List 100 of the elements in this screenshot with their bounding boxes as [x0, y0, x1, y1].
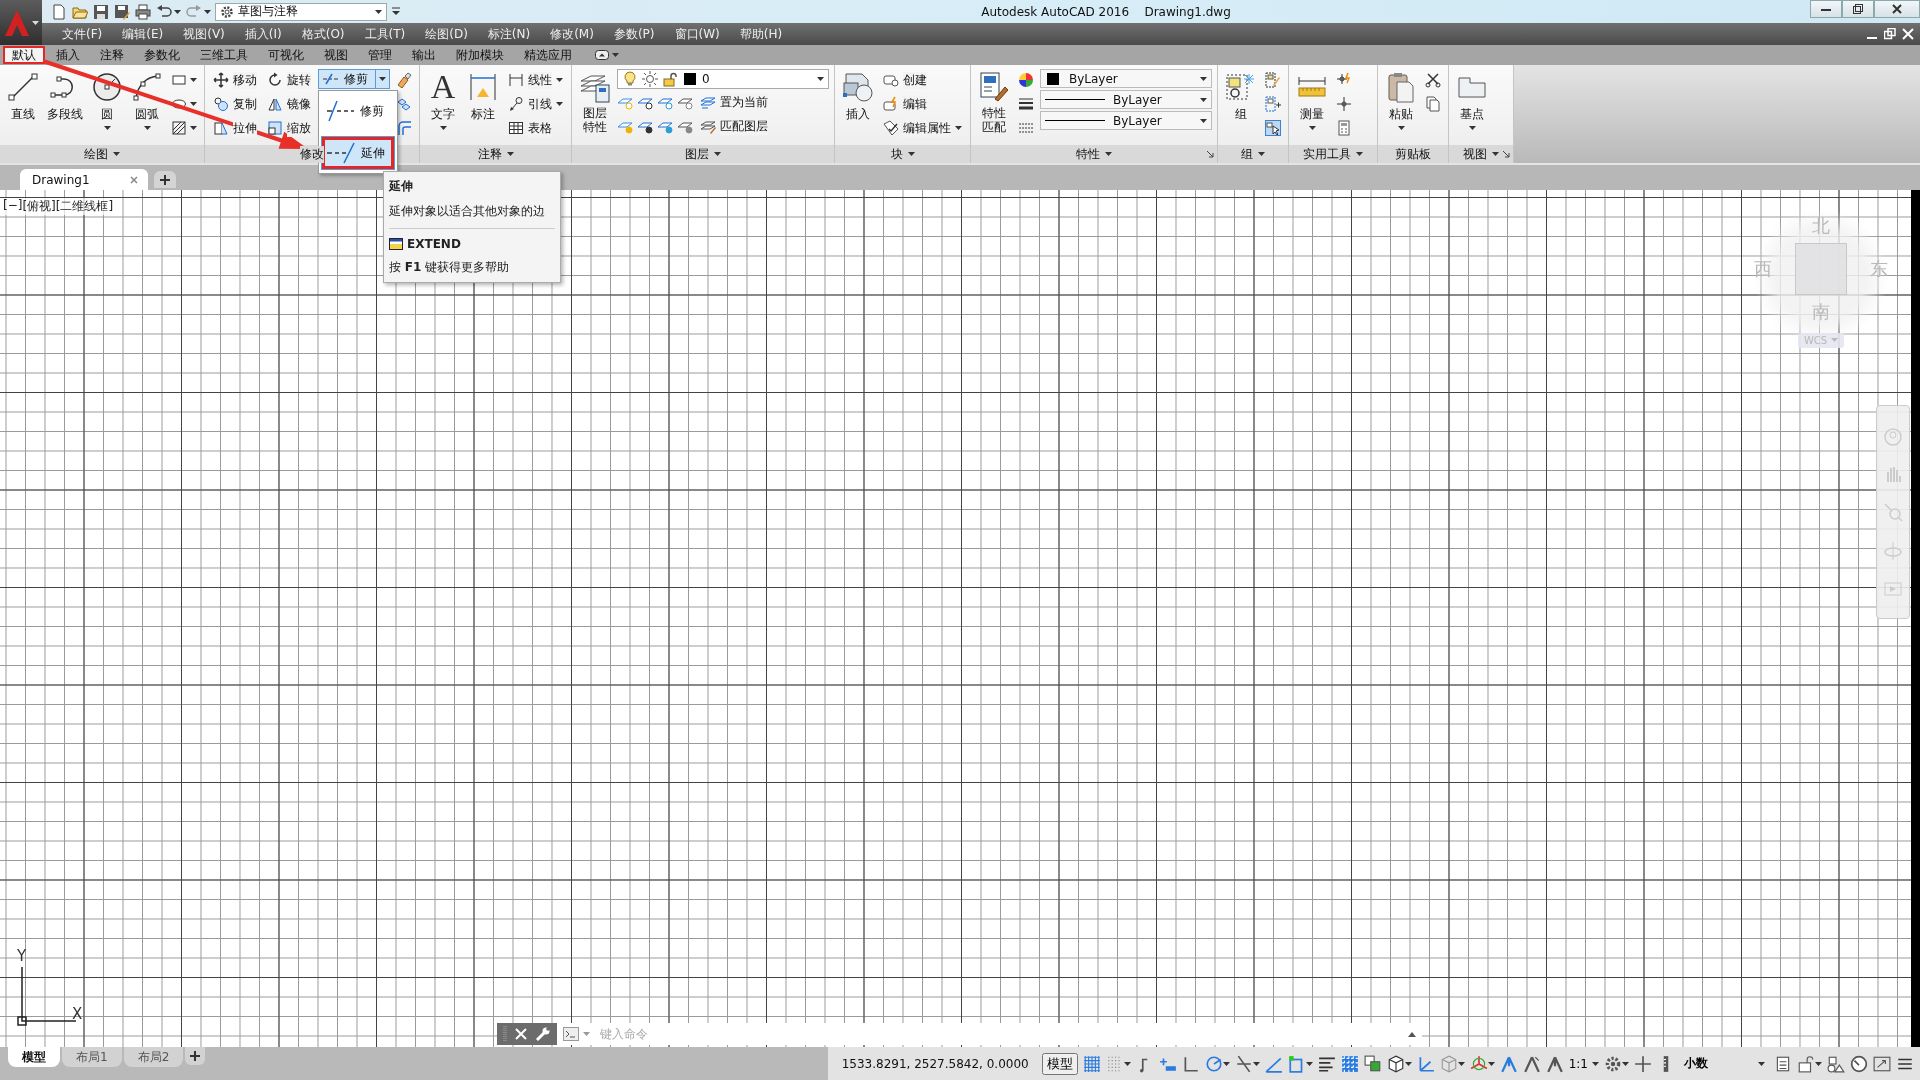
caret-icon[interactable]	[190, 78, 197, 82]
model-space-toggle[interactable]: 模型	[1041, 1052, 1078, 1075]
document-tab[interactable]: Drawing1	[20, 169, 148, 190]
viewport-control[interactable]: [−]	[3, 198, 23, 215]
caret-icon[interactable]	[113, 152, 120, 156]
workspace-dropdown[interactable]: 草图与注释	[215, 2, 387, 21]
slash-icon[interactable]	[1234, 1054, 1253, 1073]
ungroup-icon[interactable]	[1265, 96, 1281, 112]
caret-icon[interactable]	[190, 102, 197, 106]
menu-item[interactable]: 绘图(D)	[415, 25, 478, 43]
scissors-icon[interactable]	[1425, 72, 1441, 88]
ribbon-tab[interactable]: 默认	[3, 46, 45, 64]
layout-tab[interactable]: 模型	[8, 1047, 60, 1067]
printer-icon[interactable]	[135, 3, 151, 20]
menu-item[interactable]: 工具(T)	[354, 25, 416, 43]
menu-item[interactable]: 格式(O)	[291, 25, 355, 43]
tool-button[interactable]: 圆弧	[129, 69, 165, 132]
cube-icon[interactable]	[1386, 1054, 1405, 1073]
close-button[interactable]	[1874, 0, 1920, 18]
tool-button[interactable]: 旋转	[264, 69, 314, 91]
caret-icon[interactable]	[1252, 1061, 1260, 1066]
group-select-icon[interactable]	[1265, 120, 1281, 136]
new-layout-button[interactable]	[185, 1047, 206, 1065]
caret-icon[interactable]	[1105, 152, 1112, 156]
tool-button[interactable]: 插入	[840, 69, 876, 125]
auto-scale-icon[interactable]	[1522, 1054, 1541, 1073]
launcher-icon[interactable]	[1206, 150, 1214, 158]
plus-icon[interactable]	[1634, 1054, 1652, 1073]
tool-button[interactable]: 粘贴	[1383, 69, 1419, 132]
tool-button[interactable]: 标注	[465, 69, 501, 125]
tool-button[interactable]: A 文字	[425, 69, 461, 132]
tool-button[interactable]: 编辑属性	[880, 117, 965, 139]
tool-button[interactable]: 编辑	[880, 93, 965, 115]
tool-button[interactable]: 引线	[505, 93, 566, 115]
viewport-control[interactable]: [俯视]	[22, 198, 56, 215]
caret-icon[interactable]	[174, 9, 181, 14]
lineweight-icon[interactable]	[1018, 96, 1034, 112]
ribbon-tab[interactable]: 输出	[403, 46, 445, 64]
new-tab-button[interactable]	[153, 171, 176, 188]
menu-item[interactable]: 标注(N)	[477, 25, 541, 43]
tool-button[interactable]: 直线	[5, 69, 41, 125]
layout-tab[interactable]: 布局2	[123, 1047, 184, 1067]
ribbon-tab[interactable]: 可视化	[259, 46, 313, 64]
pages-icon[interactable]	[1425, 96, 1441, 112]
crosshair-icon[interactable]	[1336, 96, 1352, 112]
eraser-icon[interactable]	[396, 72, 412, 88]
calculator-icon[interactable]	[1774, 1054, 1792, 1073]
command-input[interactable]: 键入命令	[596, 1023, 1402, 1045]
layer-dropdown[interactable]: 0	[617, 69, 829, 89]
padlock-icon[interactable]	[1797, 1054, 1815, 1073]
offset-icon[interactable]	[396, 120, 412, 136]
menu-item[interactable]: 修改(M)	[540, 25, 604, 43]
grid-icon[interactable]	[1082, 1054, 1101, 1073]
close-icon[interactable]	[129, 175, 138, 184]
caret-icon[interactable]	[1815, 1061, 1822, 1066]
menu-item[interactable]: 文件(F)	[52, 25, 113, 43]
caret-icon[interactable]	[907, 152, 915, 156]
ribbon-tab[interactable]: 注释	[91, 46, 133, 64]
wrench-icon[interactable]	[535, 1026, 551, 1042]
menu-item[interactable]: 窗口(W)	[664, 25, 730, 43]
viewport-control[interactable]: [二维线框]	[55, 198, 114, 215]
ribbon-tab[interactable]: 精选应用	[515, 46, 581, 64]
restore-icon[interactable]	[1884, 28, 1896, 40]
new-file-icon[interactable]	[51, 3, 67, 20]
array-icon[interactable]	[396, 96, 412, 112]
tool-button[interactable]: 复制	[210, 93, 260, 115]
caret-icon[interactable]	[612, 53, 619, 57]
linetype-icon[interactable]	[1018, 120, 1034, 136]
gizmo-icon[interactable]	[1469, 1054, 1488, 1073]
application-menu-button[interactable]	[0, 0, 42, 45]
ribbon-tab[interactable]: 视图	[315, 46, 357, 64]
caret-icon[interactable]	[506, 152, 514, 156]
stacked-squares-icon[interactable]	[1363, 1054, 1382, 1073]
tool-button[interactable]: 线性	[505, 69, 566, 91]
annotation-scale-dropdown[interactable]: 1:1	[1568, 1056, 1599, 1071]
launcher-icon[interactable]	[1502, 150, 1510, 158]
caret-icon[interactable]	[1487, 1061, 1495, 1066]
caret-icon[interactable]	[714, 152, 721, 156]
shapes-icon[interactable]	[1827, 1054, 1845, 1073]
minimize-ribbon-icon[interactable]	[595, 50, 609, 60]
transparency-icon[interactable]	[1340, 1054, 1359, 1073]
menu-item[interactable]: 视图(V)	[173, 25, 235, 43]
menu-item[interactable]: 帮助(H)	[729, 25, 793, 43]
caret-icon[interactable]	[1622, 1061, 1629, 1066]
group-edit-icon[interactable]	[1265, 72, 1281, 88]
tool-button[interactable]: 图层特性	[577, 69, 613, 137]
tool-button[interactable]: 多段线	[45, 69, 85, 125]
caret-icon[interactable]	[1356, 152, 1363, 156]
tool-button[interactable]: 特性匹配	[976, 69, 1012, 137]
menu-item[interactable]: 插入(I)	[234, 25, 292, 43]
gauge-icon[interactable]	[1850, 1054, 1868, 1073]
caret-icon[interactable]	[1123, 1061, 1131, 1066]
tool-button[interactable]: 移动	[210, 69, 260, 91]
layout-tab[interactable]: 布局1	[62, 1047, 122, 1067]
ribbon-tab[interactable]: 三维工具	[191, 46, 257, 64]
restore-button[interactable]	[1842, 0, 1874, 18]
caret-icon[interactable]	[1305, 1061, 1313, 1066]
tool-button[interactable]: 镜像	[264, 93, 314, 115]
caret-icon[interactable]	[1222, 1061, 1230, 1066]
menu-item[interactable]: 参数(P)	[603, 25, 665, 43]
